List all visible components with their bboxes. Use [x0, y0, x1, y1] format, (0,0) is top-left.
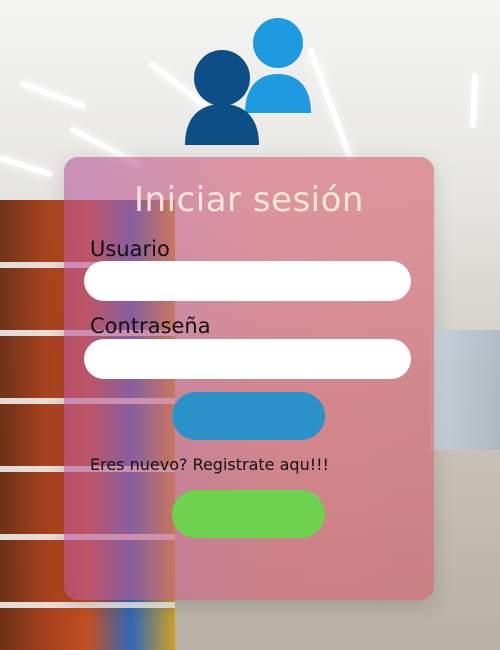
username-input[interactable] — [84, 261, 411, 301]
login-button[interactable] — [172, 392, 325, 440]
register-button[interactable] — [172, 490, 325, 538]
users-icon — [181, 16, 321, 151]
ceiling-light — [18, 80, 87, 110]
ceiling-light — [0, 155, 54, 178]
page-title: Iniciar sesión — [134, 180, 364, 220]
username-label: Usuario — [90, 237, 170, 261]
register-prompt: Eres nuevo? Registrate aqu!!! — [90, 455, 329, 474]
password-input[interactable] — [84, 339, 411, 379]
supermarket-aisle — [430, 330, 500, 450]
ceiling-light — [470, 72, 478, 129]
password-label: Contraseña — [90, 314, 211, 338]
